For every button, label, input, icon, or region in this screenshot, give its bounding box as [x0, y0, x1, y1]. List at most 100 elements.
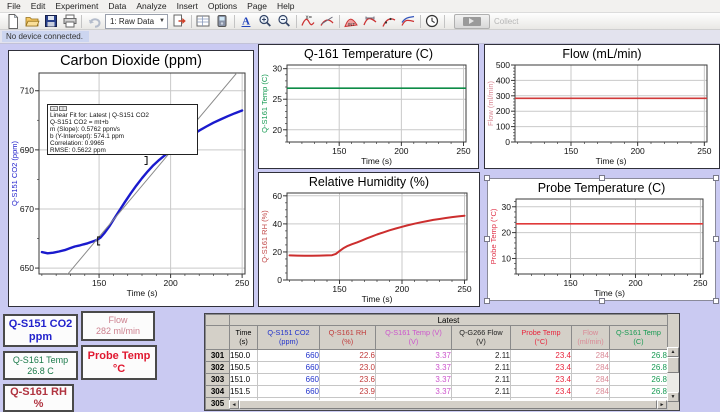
- column-header-2[interactable]: Q-S151 CO2(ppm): [258, 326, 320, 350]
- column-header-8[interactable]: Q-S161 Temp(C): [610, 326, 668, 350]
- table-cell[interactable]: 150.5: [230, 362, 258, 374]
- table-cell[interactable]: 3.37: [376, 362, 452, 374]
- table-cell[interactable]: 23.4: [511, 386, 572, 398]
- row-number[interactable]: 305: [206, 398, 230, 410]
- data-table-icon[interactable]: [194, 14, 213, 29]
- table-cell[interactable]: 26.8: [610, 350, 668, 362]
- dataset-selector-dropdown[interactable]: 1: Raw Data▼: [105, 14, 168, 29]
- table-cell[interactable]: 284: [572, 350, 610, 362]
- table-cell[interactable]: 151.5: [230, 386, 258, 398]
- selection-handle[interactable]: [713, 175, 719, 181]
- table-horizontal-scrollbar[interactable]: ◄ ►: [229, 400, 667, 409]
- row-number[interactable]: 304: [206, 386, 230, 398]
- examine-icon[interactable]: x=: [299, 14, 318, 29]
- scroll-left-icon[interactable]: ◄: [229, 400, 239, 409]
- data-table-panel[interactable]: LatestTime(s)Q-S151 CO2(ppm)Q-S161 RH(%)…: [204, 313, 680, 411]
- vertical-scroll-thumb[interactable]: [667, 357, 679, 373]
- menu-edit[interactable]: Edit: [26, 0, 51, 12]
- row-number[interactable]: 301: [206, 350, 230, 362]
- zoom-out-icon[interactable]: [275, 14, 294, 29]
- table-cell[interactable]: 23.6: [320, 374, 376, 386]
- table-cell[interactable]: 2.11: [452, 350, 511, 362]
- column-header-6[interactable]: Probe Temp(°C): [511, 326, 572, 350]
- table-cell[interactable]: 3.37: [376, 374, 452, 386]
- column-header-7[interactable]: Flow(ml/min): [572, 326, 610, 350]
- scroll-down-icon[interactable]: ▼: [667, 392, 679, 402]
- selection-handle[interactable]: [484, 298, 490, 304]
- table-cell[interactable]: 23.9: [320, 386, 376, 398]
- relative-humidity-graph-panel[interactable]: Relative Humidity (%) 1502002500204060Ti…: [258, 172, 480, 307]
- scroll-right-icon[interactable]: ►: [657, 400, 667, 409]
- table-cell[interactable]: 151.0: [230, 374, 258, 386]
- zoom-in-icon[interactable]: [256, 14, 275, 29]
- probe-temperature-graph-panel[interactable]: Probe Temperature (C) 150200250102030Tim…: [487, 178, 716, 301]
- probe-temperature-plot[interactable]: 150200250102030Time (s)Probe Temp (°C): [488, 196, 715, 300]
- flow-graph-panel[interactable]: Flow (mL/min) 1502002500100200300400500T…: [484, 44, 720, 169]
- table-cell[interactable]: 23.0: [320, 362, 376, 374]
- table-cell[interactable]: 284: [572, 374, 610, 386]
- table-cell[interactable]: 3.37: [376, 386, 452, 398]
- table-cell[interactable]: 26.8: [610, 386, 668, 398]
- curve-fit-icon[interactable]: [380, 14, 399, 29]
- selection-handle[interactable]: [713, 298, 719, 304]
- menu-experiment[interactable]: Experiment: [50, 0, 103, 12]
- rh-meter[interactable]: Q-S161 RH%: [3, 384, 74, 412]
- table-cell[interactable]: 660: [258, 386, 320, 398]
- selection-handle[interactable]: [713, 236, 719, 242]
- column-header-4[interactable]: Q-S161 Temp (V)(V): [376, 326, 452, 350]
- column-header-5[interactable]: Q-G266 Flow(V): [452, 326, 511, 350]
- table-cell[interactable]: 22.6: [320, 350, 376, 362]
- statistics-icon[interactable]: [361, 14, 380, 29]
- table-cell[interactable]: 2.11: [452, 386, 511, 398]
- table-cell[interactable]: 23.4: [511, 374, 572, 386]
- table-cell[interactable]: 23.4: [511, 362, 572, 374]
- selection-handle[interactable]: [599, 298, 605, 304]
- relative-humidity-plot[interactable]: 1502002500204060Time (s)Q-S161 RH (%): [259, 190, 479, 306]
- row-number[interactable]: 302: [206, 362, 230, 374]
- integral-icon[interactable]: INT: [342, 14, 361, 29]
- table-cell[interactable]: 3.37: [376, 350, 452, 362]
- column-header-3[interactable]: Q-S161 RH(%): [320, 326, 376, 350]
- co2-meter[interactable]: Q-S151 CO2ppm: [3, 314, 78, 347]
- meter-icon[interactable]: [213, 14, 232, 29]
- row-number[interactable]: 303: [206, 374, 230, 386]
- menu-analyze[interactable]: Analyze: [131, 0, 171, 12]
- q161-temperature-graph-panel[interactable]: Q-161 Temperature (C) 150200250202530Tim…: [258, 44, 479, 169]
- co2-graph-panel[interactable]: Carbon Dioxide (ppm) 1502002506506706907…: [8, 50, 254, 307]
- new-file-icon[interactable]: [3, 14, 22, 29]
- menu-page[interactable]: Page: [242, 0, 272, 12]
- store-run-icon[interactable]: [84, 14, 103, 29]
- table-cell[interactable]: 284: [572, 386, 610, 398]
- selection-handle[interactable]: [599, 175, 605, 181]
- selection-handle[interactable]: [484, 236, 490, 242]
- table-cell[interactable]: 2.11: [452, 362, 511, 374]
- collect-button[interactable]: Collect: [454, 14, 518, 29]
- table-vertical-scrollbar[interactable]: ▲ ▼: [667, 347, 679, 402]
- table-cell[interactable]: 660: [258, 350, 320, 362]
- menu-insert[interactable]: Insert: [172, 0, 203, 12]
- table-cell[interactable]: 284: [572, 362, 610, 374]
- selection-handle[interactable]: [484, 175, 490, 181]
- menu-help[interactable]: Help: [272, 0, 299, 12]
- table-cell[interactable]: 150.0: [230, 350, 258, 362]
- model-icon[interactable]: [399, 14, 418, 29]
- horizontal-scroll-thumb[interactable]: [239, 400, 657, 409]
- print-icon[interactable]: [60, 14, 79, 29]
- scroll-up-icon[interactable]: ▲: [667, 347, 679, 357]
- menu-options[interactable]: Options: [203, 0, 242, 12]
- table-cell[interactable]: 2.11: [452, 374, 511, 386]
- flow-meter[interactable]: Flow282 ml/min: [81, 311, 155, 341]
- table-cell[interactable]: 660: [258, 362, 320, 374]
- menu-data[interactable]: Data: [103, 0, 131, 12]
- table-cell[interactable]: 26.8: [610, 374, 668, 386]
- table-cell[interactable]: 660: [258, 374, 320, 386]
- flow-plot[interactable]: 1502002500100200300400500Time (s)Flow (m…: [485, 62, 719, 168]
- next-page-icon[interactable]: [170, 14, 189, 29]
- linear-fit-box[interactable]: ×≡ Linear Fit for: Latest | Q-S151 CO2Q-…: [47, 104, 198, 155]
- open-file-icon[interactable]: [22, 14, 41, 29]
- probe-temp-meter[interactable]: Probe Temp°C: [81, 345, 157, 380]
- menu-file[interactable]: File: [2, 0, 26, 12]
- autoscale-icon[interactable]: A: [237, 14, 256, 29]
- table-cell[interactable]: 23.4: [511, 350, 572, 362]
- q161-temperature-plot[interactable]: 150200250202530Time (s)Q-S161 Temp (C): [259, 62, 478, 168]
